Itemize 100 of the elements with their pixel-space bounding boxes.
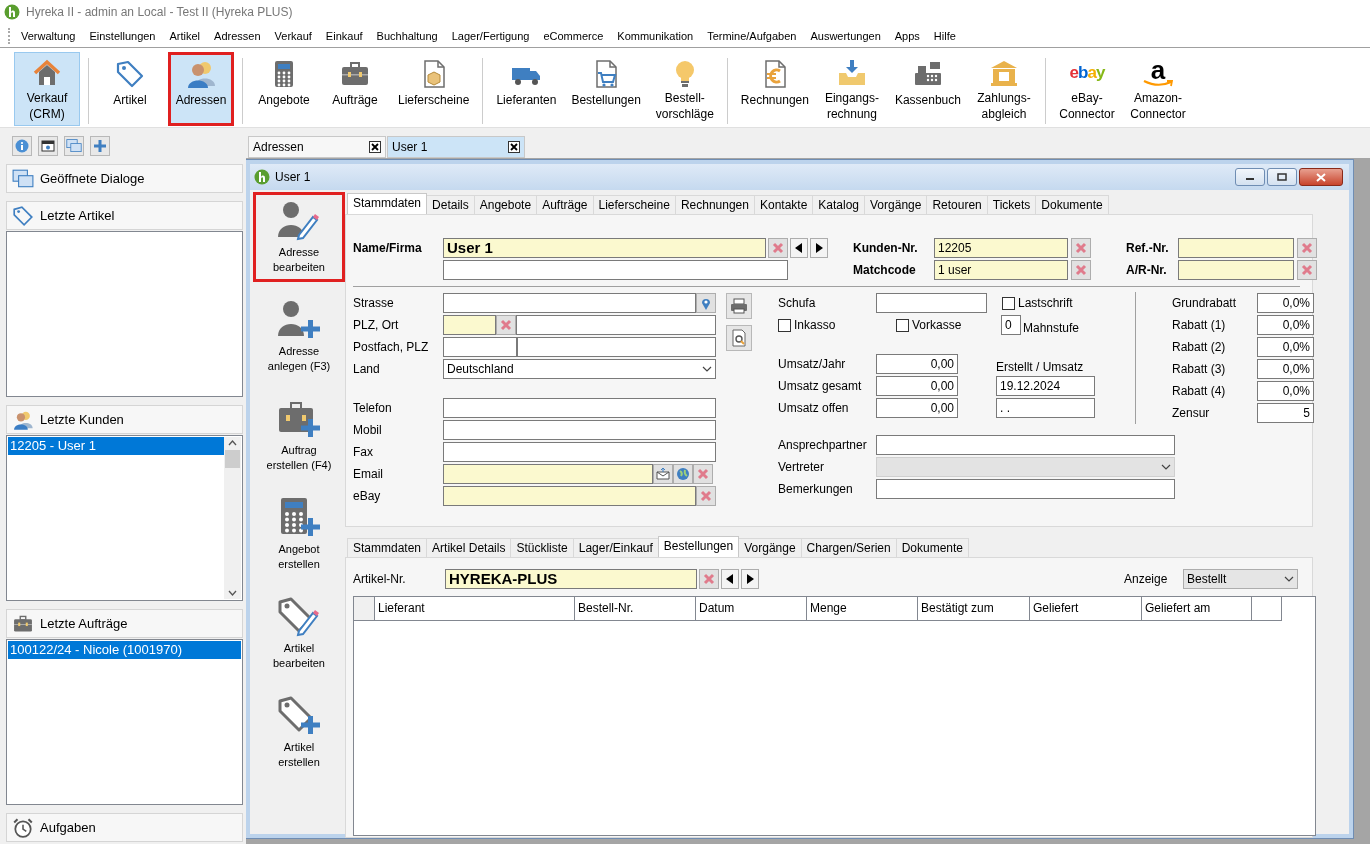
tab[interactable]: Stammdaten: [347, 193, 428, 214]
menu-item[interactable]: Einstellungen: [82, 26, 163, 45]
input-field[interactable]: 0,0%: [1257, 381, 1314, 401]
tab[interactable]: Chargen/Serien: [800, 538, 897, 557]
column-header[interactable]: Geliefert: [1030, 597, 1142, 621]
menu-item[interactable]: Termine/Aufgaben: [700, 26, 804, 45]
column-header[interactable]: Lieferant: [375, 597, 575, 621]
section-header[interactable]: Aufgaben: [6, 813, 243, 842]
input-field[interactable]: 0,00: [876, 398, 958, 418]
tab[interactable]: Lager/Einkauf: [572, 538, 659, 557]
menu-item[interactable]: Verwaltung: [14, 26, 83, 45]
toolbar-button[interactable]: Lieferscheine: [393, 52, 475, 126]
clear-button[interactable]: [1297, 238, 1317, 258]
action-button[interactable]: Artikel bearbeiten: [253, 588, 345, 678]
menu-item[interactable]: Buchhaltung: [369, 26, 445, 45]
toolbar-button[interactable]: Lieferanten: [491, 52, 562, 126]
menu-item[interactable]: eCommerce: [536, 26, 611, 45]
tab[interactable]: Bestellungen: [657, 536, 740, 557]
section-header[interactable]: Letzte Artikel: [6, 201, 243, 230]
menu-item[interactable]: Hilfe: [926, 26, 963, 45]
tab[interactable]: Dokumente: [895, 538, 970, 557]
checkbox[interactable]: [896, 318, 909, 332]
info-button[interactable]: [12, 136, 32, 156]
input-field[interactable]: [517, 337, 716, 357]
menu-item[interactable]: Auswertungen: [803, 26, 888, 45]
previous-button[interactable]: [721, 569, 739, 589]
toolbar-button[interactable]: Bestell- vorschläge: [650, 52, 719, 126]
menu-item[interactable]: Einkauf: [318, 26, 370, 45]
toolbar-button[interactable]: Rechnungen: [735, 52, 814, 126]
input-field[interactable]: [443, 464, 653, 484]
document-tab[interactable]: Adressen: [248, 136, 386, 158]
list-item[interactable]: 12205 - User 1: [8, 437, 224, 455]
action-button[interactable]: Adresse bearbeiten: [253, 192, 345, 282]
toolbar-button[interactable]: a Amazon- Connector: [1124, 52, 1191, 126]
menu-item[interactable]: Verkauf: [267, 26, 319, 45]
input-field[interactable]: 0,0%: [1257, 337, 1314, 357]
clear-button[interactable]: [1297, 260, 1317, 280]
toolbar-button[interactable]: Bestellungen: [566, 52, 646, 126]
clear-button[interactable]: [1071, 260, 1091, 280]
toolbar-button[interactable]: Zahlungs- abgleich: [970, 52, 1037, 126]
action-button[interactable]: Artikel erstellen: [253, 687, 345, 777]
dropdown[interactable]: Bestellt: [1183, 569, 1298, 589]
input-field[interactable]: 0,0%: [1257, 359, 1314, 379]
add-button[interactable]: [90, 136, 110, 156]
action-button[interactable]: Auftrag erstellen (F4): [253, 390, 345, 480]
input-field[interactable]: 0,00: [876, 354, 958, 374]
menu-item[interactable]: Adressen: [207, 26, 268, 45]
menu-item[interactable]: Lager/Fertigung: [444, 26, 537, 45]
checkbox[interactable]: [778, 318, 791, 332]
tab[interactable]: Vorgänge: [738, 538, 802, 557]
toolbar-button[interactable]: Kassenbuch: [889, 52, 966, 126]
tab[interactable]: Aufträge: [536, 195, 594, 214]
toolbar-button[interactable]: Adressen: [168, 52, 234, 126]
input-field[interactable]: [876, 479, 1175, 499]
tab[interactable]: Angebote: [473, 195, 538, 214]
input-field[interactable]: . .: [996, 398, 1095, 418]
input-field[interactable]: 0,0%: [1257, 293, 1314, 313]
dropdown[interactable]: Deutschland: [443, 359, 716, 379]
input-field[interactable]: [443, 337, 517, 357]
window-button[interactable]: [38, 136, 58, 156]
input-field[interactable]: 5: [1257, 403, 1314, 423]
next-button[interactable]: [810, 238, 828, 258]
input-field[interactable]: User 1: [443, 238, 766, 258]
clear-button[interactable]: [693, 464, 713, 484]
clear-button[interactable]: [496, 315, 516, 335]
toolbar-button[interactable]: Artikel: [97, 52, 163, 126]
input-field[interactable]: 0,0%: [1257, 315, 1314, 335]
previous-button[interactable]: [790, 238, 808, 258]
next-button[interactable]: [741, 569, 759, 589]
document-tab[interactable]: User 1: [387, 136, 525, 158]
tab[interactable]: Vorgänge: [864, 195, 928, 214]
toolbar-button[interactable]: Eingangs- rechnung: [818, 52, 885, 126]
input-field[interactable]: [443, 315, 496, 335]
clear-button[interactable]: [696, 486, 716, 506]
menu-item[interactable]: Kommunikation: [610, 26, 701, 45]
input-field[interactable]: [443, 420, 716, 440]
input-field[interactable]: 0: [1001, 315, 1021, 335]
menu-item[interactable]: Apps: [887, 26, 927, 45]
input-field[interactable]: [876, 435, 1175, 455]
close-button[interactable]: [508, 141, 520, 153]
preview-button[interactable]: [726, 325, 752, 351]
input-field[interactable]: 19.12.2024: [996, 376, 1095, 396]
input-field[interactable]: HYREKA-PLUS: [445, 569, 697, 589]
action-button[interactable]: Adresse anlegen (F3): [253, 291, 345, 381]
list-item[interactable]: 100122/24 - Nicole (1001970): [8, 641, 241, 659]
maximize-button[interactable]: [1267, 168, 1297, 186]
toolbar-button[interactable]: Verkauf (CRM): [14, 52, 80, 126]
toolbar-button[interactable]: Aufträge: [322, 52, 388, 126]
tab[interactable]: Dokumente: [1035, 195, 1109, 214]
input-field[interactable]: [443, 486, 696, 506]
input-field[interactable]: [443, 398, 716, 418]
column-header[interactable]: Bestätigt zum: [918, 597, 1030, 621]
tab[interactable]: Katalog: [812, 195, 866, 214]
clear-button[interactable]: [1071, 238, 1091, 258]
tab[interactable]: Rechnungen: [674, 195, 755, 214]
windows-button[interactable]: [64, 136, 84, 156]
minimize-button[interactable]: [1235, 168, 1265, 186]
web-button[interactable]: [673, 464, 693, 484]
tab[interactable]: Stammdaten: [347, 538, 428, 557]
input-field[interactable]: [443, 260, 788, 280]
